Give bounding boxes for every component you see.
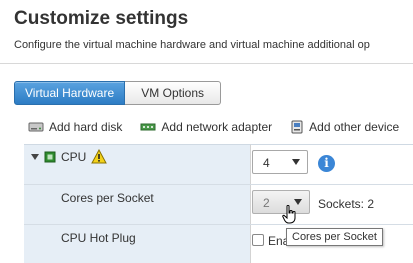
warning-triangle-icon [91, 149, 108, 164]
tab-virtual-hardware[interactable]: Virtual Hardware [14, 81, 126, 105]
cpu-hot-plug-label: CPU Hot Plug [61, 231, 136, 245]
header-divider [0, 63, 413, 64]
tab-bar: Virtual Hardware VM Options [14, 81, 222, 105]
page-title: Customize settings [14, 8, 189, 29]
hard-disk-icon [28, 122, 44, 132]
tab-vm-options[interactable]: VM Options [125, 81, 222, 105]
tooltip: Cores per Socket [286, 228, 383, 246]
device-toolbar: Add hard disk Add network adapter Add ot… [28, 120, 413, 134]
add-hard-disk-button[interactable]: Add hard disk [28, 120, 122, 134]
row-divider [24, 224, 413, 225]
cores-per-socket-select[interactable]: 2 [252, 190, 310, 214]
cpu-label: CPU [61, 149, 87, 164]
add-network-adapter-button[interactable]: Add network adapter [140, 120, 272, 134]
chevron-down-icon [292, 159, 300, 165]
page-subtitle: Configure the virtual machine hardware a… [14, 39, 370, 51]
cpu-row-label[interactable]: CPU [30, 149, 108, 164]
info-icon[interactable]: i [318, 155, 335, 172]
cores-per-socket-label: Cores per Socket [61, 191, 154, 205]
cpu-count-value: 4 [263, 156, 270, 170]
add-other-device-button[interactable]: Add other device [290, 120, 399, 134]
add-network-adapter-label: Add network adapter [161, 120, 273, 134]
other-device-icon [291, 120, 303, 134]
cores-per-socket-value: 2 [263, 196, 270, 210]
add-other-device-label: Add other device [309, 120, 400, 134]
expand-triangle-icon[interactable] [30, 152, 40, 162]
hand-cursor-icon [282, 205, 296, 224]
hot-plug-checkbox[interactable] [252, 234, 264, 246]
cpu-count-select[interactable]: 4 [252, 150, 308, 174]
sockets-count: Sockets: 2 [318, 197, 375, 211]
network-adapter-icon [140, 123, 156, 131]
row-divider [24, 184, 413, 185]
add-hard-disk-label: Add hard disk [49, 120, 123, 134]
cpu-chip-icon [44, 151, 56, 162]
